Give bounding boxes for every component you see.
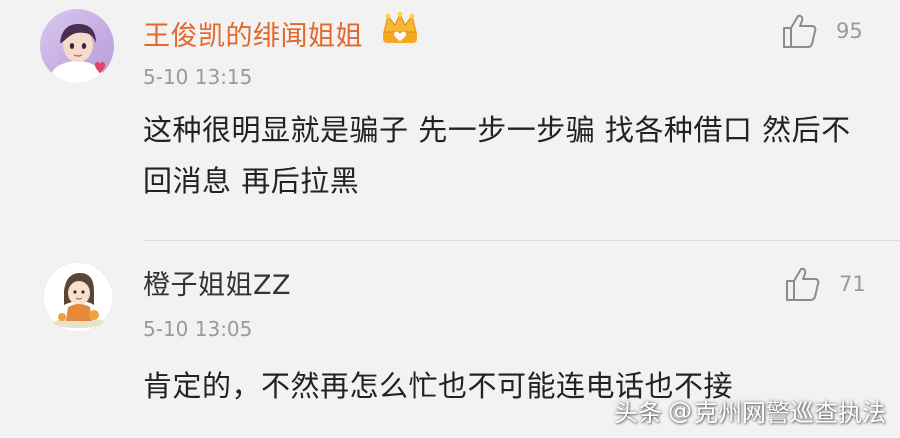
like-button[interactable]: 71: [784, 265, 866, 303]
comment-text: 这种很明显就是骗子 先一步一步骗 找各种借口 然后不回消息 再后拉黑: [143, 113, 851, 198]
thumbs-up-icon: [786, 267, 820, 301]
thumbs-up-icon: [783, 14, 817, 48]
username[interactable]: 橙子姐姐ZZ: [143, 263, 291, 302]
like-count: 95: [836, 19, 863, 43]
vip-crown-icon: [383, 12, 417, 43]
watermark-at: @: [668, 396, 692, 425]
watermark: 头条 @ 克州网警巡查执法: [614, 393, 886, 428]
username[interactable]: 王俊凯的绯闻姐姐: [143, 14, 363, 53]
watermark-prefix: 头条: [614, 399, 662, 427]
watermark-account: 克州网警巡查执法: [694, 399, 886, 427]
comment-timestamp: 5-10 13:15: [143, 65, 253, 89]
avatar-cartoon-girl-icon: [42, 261, 114, 333]
avatar[interactable]: [40, 9, 114, 83]
avatar-anime-boy-icon: [40, 9, 114, 83]
like-button[interactable]: 95: [781, 12, 863, 50]
comment-timestamp: 5-10 13:05: [143, 317, 253, 341]
comment-divider: [143, 240, 900, 241]
like-count: 71: [839, 272, 866, 296]
avatar[interactable]: [42, 261, 114, 333]
comment-item: 王俊凯的绯闻姐姐 5-10 13:15 这种很明显就是骗子 先一步一步骗 找各种…: [0, 0, 900, 240]
